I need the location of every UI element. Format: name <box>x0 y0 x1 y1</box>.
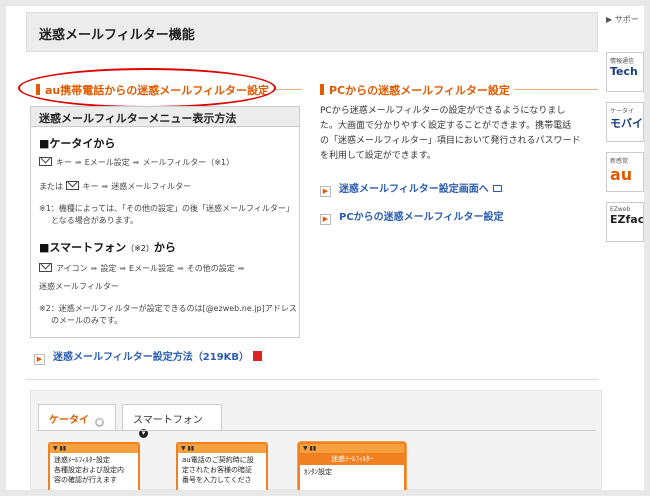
path-step: 設定 <box>100 264 117 273</box>
page-frame: 迷惑メールフィルター機能 au携帯電話からの迷惑メールフィルター設定 PCからの… <box>6 6 644 490</box>
pc-filter-link[interactable]: ▶ PCからの迷惑メールフィルター設定 <box>320 208 503 225</box>
tab-smartphone[interactable]: スマートフォン▾ <box>122 404 222 438</box>
path-step: キー <box>56 158 72 167</box>
note-1a: ※1：機種によっては、「その他の設定」の後「迷惑メールフィルター」 <box>39 204 294 213</box>
arrow-icon: ➡ <box>177 264 184 273</box>
pc-section-title: PCからの迷惑メールフィルター設定 <box>316 82 514 98</box>
keitai-path-2: または キー ➡ 迷惑メールフィルター <box>39 181 191 192</box>
ad-banner-1[interactable]: 情報通信 Tech <box>606 52 644 92</box>
mail-key-icon <box>65 181 79 190</box>
ad-big-text: EZfac <box>610 213 644 226</box>
pc-description: PCから迷惑メールフィルターの設定ができるようになりまし た。大画面で分かりやす… <box>320 104 602 164</box>
arrow-icon: ➡ <box>75 158 82 167</box>
phone-screen-2: ▼ ▮▮ au電話のご契約時に設 定されたお客様の暗証 番号を入力してくださ <box>176 442 268 490</box>
path-step: アイコン <box>56 264 88 273</box>
menu-display-box: 迷惑メールフィルターメニュー表示方法 ■ケータイから キー ➡ Eメール設定 ➡ メール… <box>30 106 300 338</box>
heading-suffix: から <box>153 241 176 254</box>
pdf-link-text[interactable]: 迷惑メールフィルター設定方法（219KB） <box>53 352 249 363</box>
link-text[interactable]: 迷惑メールフィルター設定画面へ <box>339 184 489 195</box>
description-line: た。大画面で分かりやすく設定することができます。携帯電話 <box>320 121 572 131</box>
ad-banner-4[interactable]: EZweb EZfac <box>606 202 644 242</box>
ad-big-text: Tech <box>610 65 638 78</box>
phone-line: 容の確認が行えます <box>54 476 117 484</box>
ad-small-text: ケータイ <box>610 108 635 115</box>
tab-keitai[interactable]: ケータイ ● <box>38 404 116 430</box>
heading-note: （※2） <box>126 244 154 253</box>
phone-screen-1: ▼ ▮▮ 迷惑ﾒｰﾙﾌｨﾙﾀｰ設定 各種設定および設定内 容の確認が行えます <box>48 442 140 490</box>
ad-small-text: EZweb <box>610 206 631 213</box>
phone-title-bar: 迷惑ﾒｰﾙﾌｨﾙﾀｰ <box>300 453 404 465</box>
mail-key-icon <box>39 263 52 272</box>
arrow-icon: ➡ <box>237 264 245 273</box>
ad-banner-3[interactable]: 新感覚 au <box>606 152 644 192</box>
path-step: Eメール設定 <box>84 158 130 167</box>
arrow-icon: ➡ <box>101 182 109 191</box>
keitai-path-1: キー ➡ Eメール設定 ➡ メールフィルター（※1） <box>39 157 234 168</box>
tab-underline <box>36 430 596 431</box>
smartphone-path-end: 迷惑メールフィルター <box>39 282 119 291</box>
support-link[interactable]: ▶ サポー <box>606 14 639 25</box>
pdf-download-link[interactable]: ▶ 迷惑メールフィルター設定方法（219KB） <box>34 348 263 365</box>
phone-status-bar: ▼ ▮▮ <box>50 444 138 453</box>
arrow-icon: ➡ <box>119 264 127 273</box>
keitai-heading: ■ケータイから <box>39 137 116 150</box>
arrow-right-icon: ▶ <box>320 186 331 197</box>
phone-line: 各種設定および設定内 <box>54 466 124 474</box>
divider <box>26 379 598 380</box>
description-line: PCから迷惑メールフィルターの設定ができるようになりまし <box>320 106 566 116</box>
phone-line: 定されたお客様の暗証 <box>182 466 252 474</box>
phone-line: ｶﾝﾀﾝ設定 <box>304 468 332 476</box>
path-step: メールフィルター（※1） <box>142 158 235 167</box>
right-sidebar: ▶ サポー 情報通信 Tech ケータイモバイ 新感覚 au EZweb EZfac <box>606 6 644 490</box>
filter-settings-link[interactable]: ▶ 迷惑メールフィルター設定画面へ <box>320 180 502 197</box>
smartphone-heading: ■スマートフォン（※2）から <box>39 239 176 255</box>
link-text[interactable]: PCからの迷惑メールフィルター設定 <box>339 212 503 223</box>
section-rule <box>506 89 598 90</box>
title-bar-icon <box>320 84 324 95</box>
description-line: の「迷惑メールフィルター」項目において発行されるパスワード <box>320 136 581 146</box>
support-label[interactable]: サポー <box>615 15 639 24</box>
page-header: 迷惑メールフィルター機能 <box>26 12 598 52</box>
arrow-icon: ➡ <box>132 158 140 167</box>
or-label: または <box>39 182 63 191</box>
phone-status-bar: ▼ ▮▮ <box>300 444 404 453</box>
ad-banner-2[interactable]: ケータイ モバイ <box>606 102 644 142</box>
new-window-icon <box>492 185 502 192</box>
path-step: 迷惑メールフィルター <box>111 182 192 191</box>
phone-line: 迷惑ﾒｰﾙﾌｨﾙﾀｰ設定 <box>54 456 110 464</box>
phone-screen-3: ▼ ▮▮ 迷惑ﾒｰﾙﾌｨﾙﾀｰ ｶﾝﾀﾝ設定 <box>298 442 406 490</box>
arrow-icon: ➡ <box>90 264 98 273</box>
pc-section-title-text: PCからの迷惑メールフィルター設定 <box>329 84 510 97</box>
path-step: その他の設定 <box>186 264 235 273</box>
arrow-right-icon: ▶ <box>320 214 331 225</box>
smartphone-path: アイコン ➡ 設定 ➡ Eメール設定 ➡ その他の設定 ➡ <box>39 263 247 274</box>
description-line: を利用して設定ができます。 <box>320 151 436 161</box>
path-step: キー <box>82 182 99 191</box>
mail-key-icon <box>39 157 52 166</box>
ad-big-text: au <box>610 165 633 184</box>
note-2b: のメールのみです。 <box>51 316 123 325</box>
circle-icon: ● <box>95 418 104 427</box>
box-title: 迷惑メールフィルターメニュー表示方法 <box>31 107 299 127</box>
ad-small-text: 新感覚 <box>610 158 629 165</box>
tab-label[interactable]: スマートフォン <box>133 415 203 426</box>
note-2a: ※2：迷惑メールフィルターが設定できるのは[@ezweb.ne.jp]アドレス <box>39 304 297 313</box>
main-content: 迷惑メールフィルター機能 au携帯電話からの迷惑メールフィルター設定 PCからの… <box>18 6 602 490</box>
pdf-icon <box>253 351 263 361</box>
heading-text: ■スマートフォン <box>39 241 127 254</box>
phone-status-bar: ▼ ▮▮ <box>178 444 266 453</box>
highlight-ellipse <box>18 68 276 108</box>
note-1b: となる場合があります。 <box>51 216 138 225</box>
page-title: 迷惑メールフィルター機能 <box>39 28 195 43</box>
tab-label[interactable]: ケータイ <box>49 415 89 426</box>
ad-small-text: 情報通信 <box>610 58 635 65</box>
arrow-right-icon: ▶ <box>34 354 45 365</box>
ad-big-text: モバイ <box>610 117 643 130</box>
path-step: Eメール設定 <box>129 264 175 273</box>
phone-line: 番号を入力してくださ <box>182 476 252 484</box>
phone-line: au電話のご契約時に設 <box>182 456 254 464</box>
